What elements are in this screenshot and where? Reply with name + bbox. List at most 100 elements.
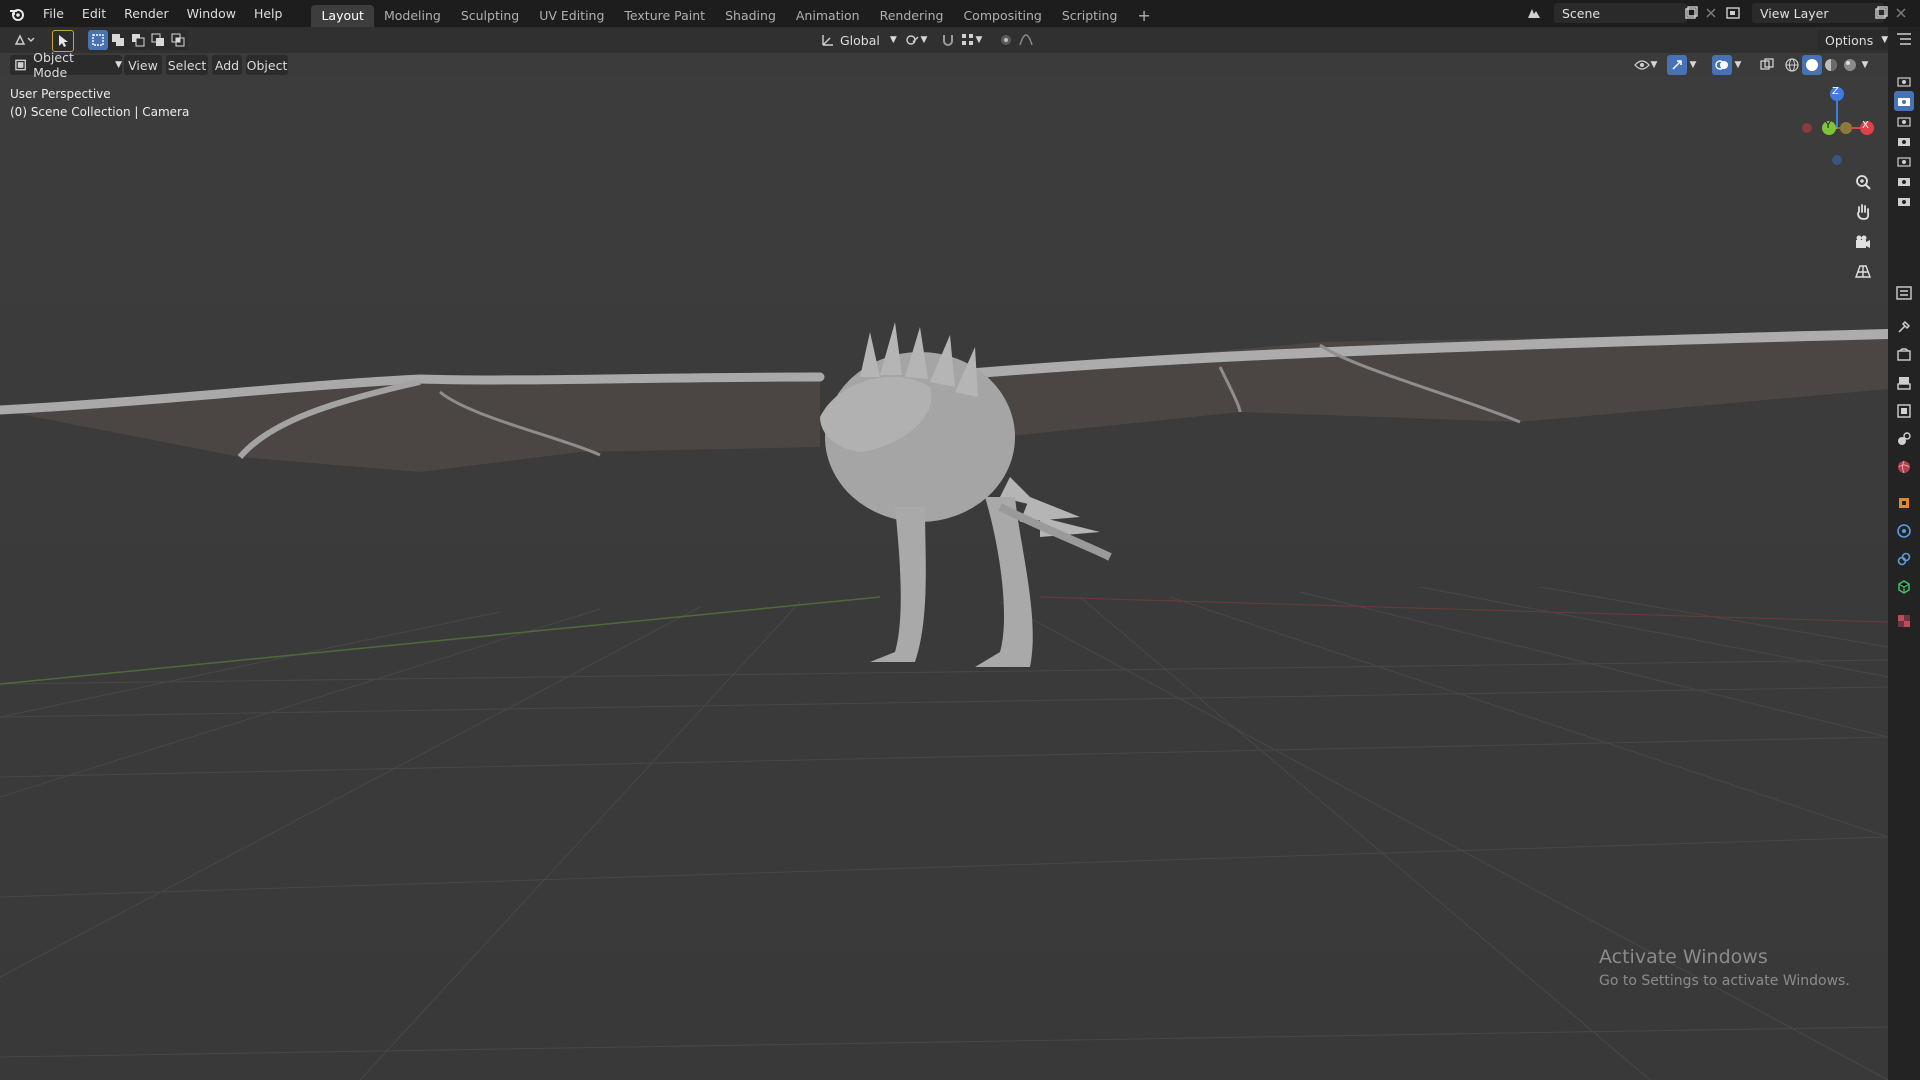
tab-shading[interactable]: Shading <box>715 5 786 27</box>
view-layer-properties-icon[interactable] <box>1894 401 1914 421</box>
new-scene-icon[interactable] <box>1681 3 1701 23</box>
select-mode-invert-icon[interactable] <box>148 30 168 50</box>
snap-chevron-icon[interactable]: ▼ <box>973 30 985 50</box>
transform-orientation-icon[interactable] <box>818 30 838 50</box>
output-properties-icon[interactable] <box>1894 373 1914 393</box>
viewport-header: Object Mode ▼ View Select Add Object ▼ ▼… <box>0 50 1888 80</box>
scene-name-field[interactable]: Scene <box>1554 3 1687 23</box>
snap-toggle-icon[interactable] <box>938 30 958 50</box>
object-mode-label: Object Mode <box>33 50 74 80</box>
material-preview-shading-icon[interactable] <box>1821 55 1841 75</box>
blender-logo-icon[interactable] <box>0 0 34 27</box>
gizmo-neg-z-axis[interactable] <box>1832 155 1842 165</box>
orientation-value: Global <box>840 32 880 48</box>
menu-help[interactable]: Help <box>245 0 292 27</box>
select-mode-intersect-icon[interactable] <box>168 30 188 50</box>
properties-editor-icon[interactable] <box>1894 283 1914 303</box>
view-layer-selector-icon[interactable] <box>1724 3 1744 23</box>
physics-properties-icon[interactable] <box>1894 521 1914 541</box>
select-menu-label: Select <box>167 57 207 73</box>
select-mode-new-icon[interactable] <box>88 30 108 50</box>
add-workspace-button[interactable]: + <box>1127 5 1160 27</box>
tab-layout[interactable]: Layout <box>311 5 374 27</box>
overlays-chevron-icon[interactable]: ▼ <box>1732 55 1744 75</box>
delete-view-layer-icon[interactable] <box>1891 3 1911 23</box>
scene-selector-icon[interactable] <box>1524 3 1544 23</box>
viewport-menu-add[interactable]: Add <box>212 55 242 75</box>
gizmo-center <box>1840 122 1852 134</box>
view-layer-name-field[interactable]: View Layer <box>1752 3 1884 23</box>
pan-hand-icon[interactable] <box>1850 199 1876 225</box>
new-view-layer-icon[interactable] <box>1871 3 1891 23</box>
scene-properties-icon[interactable] <box>1894 429 1914 449</box>
overlays-toggle-icon[interactable] <box>1712 55 1732 75</box>
shading-chevron-icon[interactable]: ▼ <box>1859 55 1871 75</box>
zoom-icon[interactable] <box>1850 169 1876 195</box>
editor-type-icon[interactable] <box>10 30 38 50</box>
gizmo-toggle-icon[interactable] <box>1667 55 1687 75</box>
pivot-chevron-icon[interactable]: ▼ <box>918 30 930 50</box>
select-tool-icon[interactable] <box>52 30 74 52</box>
tab-sculpting[interactable]: Sculpting <box>451 5 529 27</box>
delete-scene-icon[interactable] <box>1701 3 1721 23</box>
tab-scripting[interactable]: Scripting <box>1052 5 1128 27</box>
object-menu-label: Object <box>246 57 288 73</box>
proportional-editing-icon[interactable] <box>996 30 1016 50</box>
menu-edit[interactable]: Edit <box>73 0 115 27</box>
camera-visibility-icon-5[interactable] <box>1894 151 1914 171</box>
tool-properties-icon[interactable] <box>1894 317 1914 337</box>
object-properties-icon[interactable] <box>1894 493 1914 513</box>
viewport-menu-select[interactable]: Select <box>166 55 208 75</box>
data-properties-icon[interactable] <box>1894 577 1914 597</box>
camera-visibility-icon-3[interactable] <box>1894 111 1914 131</box>
3d-viewport[interactable]: Z X Y User Perspective (0) Scene Collect… <box>0 77 1888 1080</box>
texture-properties-icon[interactable] <box>1894 611 1914 631</box>
camera-visibility-icon-2[interactable] <box>1894 91 1914 111</box>
tab-compositing[interactable]: Compositing <box>953 5 1051 27</box>
properties-tab-strip <box>1888 27 1920 1080</box>
xray-toggle-icon[interactable] <box>1757 55 1777 75</box>
view-layer-name: View Layer <box>1760 5 1829 21</box>
camera-visibility-icon-4[interactable] <box>1894 131 1914 151</box>
tab-uv-editing[interactable]: UV Editing <box>529 5 614 27</box>
viewport-menu-object[interactable]: Object <box>246 55 288 75</box>
render-properties-icon[interactable] <box>1894 345 1914 365</box>
camera-visibility-icon-1[interactable] <box>1894 71 1914 91</box>
visibility-chevron-icon[interactable]: ▼ <box>1648 55 1660 75</box>
activate-windows-title: Activate Windows <box>1599 946 1768 968</box>
gizmo-chevron-icon[interactable]: ▼ <box>1687 55 1699 75</box>
gizmo-neg-x-axis[interactable] <box>1802 123 1812 133</box>
transform-orientation-dropdown[interactable]: Global ▼ <box>840 30 898 50</box>
tab-animation[interactable]: Animation <box>786 5 870 27</box>
view-name-label: User Perspective <box>10 87 111 101</box>
rendered-shading-icon[interactable] <box>1840 55 1860 75</box>
constraints-properties-icon[interactable] <box>1894 549 1914 569</box>
tool-header: Global ▼ ▼ ▼ Options ▼ <box>0 27 1889 53</box>
tab-rendering[interactable]: Rendering <box>870 5 954 27</box>
camera-visibility-icon-6[interactable] <box>1894 171 1914 191</box>
view-menu-label: View <box>128 57 158 73</box>
world-properties-icon[interactable] <box>1894 457 1914 477</box>
chevron-down-icon: ▼ <box>115 60 122 70</box>
viewport-menu-view[interactable]: View <box>124 55 162 75</box>
add-menu-label: Add <box>214 57 240 73</box>
activate-windows-subtitle: Go to Settings to activate Windows. <box>1599 973 1850 989</box>
menu-render[interactable]: Render <box>115 0 178 27</box>
falloff-curve-icon[interactable] <box>1016 30 1036 50</box>
gizmo-z-label: Z <box>1832 86 1839 97</box>
chevron-down-icon: ▼ <box>889 35 897 45</box>
outliner-icon[interactable] <box>1894 29 1914 49</box>
camera-view-icon[interactable] <box>1850 229 1876 255</box>
tab-texture-paint[interactable]: Texture Paint <box>614 5 715 27</box>
solid-shading-icon[interactable] <box>1802 55 1822 75</box>
object-mode-dropdown[interactable]: Object Mode ▼ <box>10 50 122 80</box>
menu-window[interactable]: Window <box>178 0 245 27</box>
camera-visibility-icon-7[interactable] <box>1894 191 1914 211</box>
tab-modeling[interactable]: Modeling <box>374 5 451 27</box>
select-mode-extend-icon[interactable] <box>108 30 128 50</box>
select-mode-subtract-icon[interactable] <box>128 30 148 50</box>
menu-file[interactable]: File <box>34 0 73 27</box>
ortho-toggle-icon[interactable] <box>1850 259 1876 285</box>
options-dropdown[interactable]: Options ▼ <box>1817 30 1889 50</box>
wireframe-shading-icon[interactable] <box>1782 55 1802 75</box>
